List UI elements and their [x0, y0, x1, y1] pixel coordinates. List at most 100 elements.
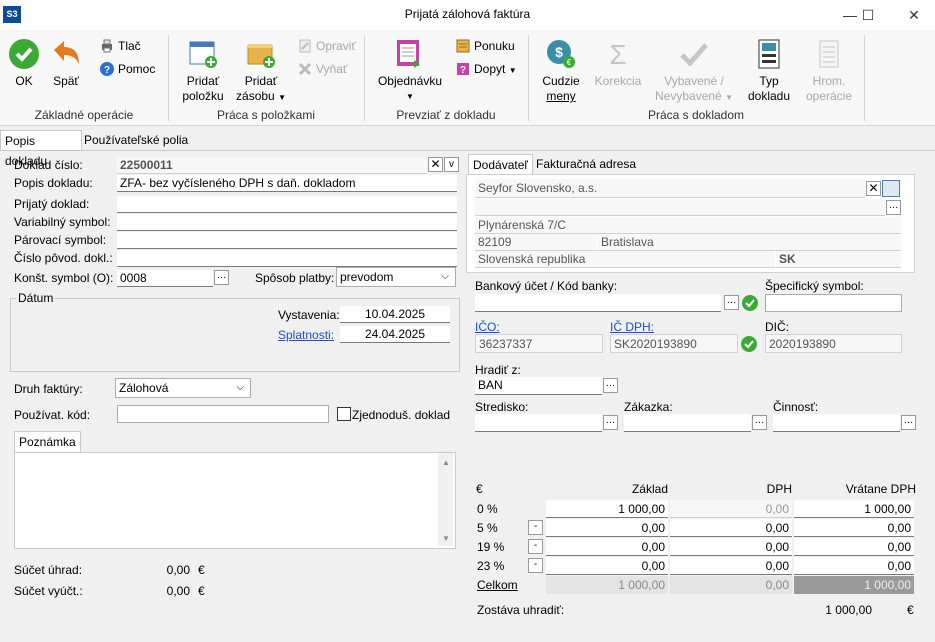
tab-user-fields[interactable]: Používateľské polia — [80, 130, 192, 150]
add-item-label-1: Pridať — [186, 74, 220, 88]
tab-invoice-address[interactable]: Fakturačná adresa — [532, 154, 640, 174]
vat-vat-field[interactable]: 0,00 — [670, 557, 792, 575]
supplier-street-field[interactable]: Plynárenská 7/C — [475, 217, 901, 234]
simplified-doc-label: Zjednoduš. doklad — [352, 408, 451, 422]
pay-from-field[interactable]: BAN — [475, 377, 602, 395]
due-date-field[interactable]: 24.04.2025 — [340, 326, 450, 343]
browse-icon[interactable]: … — [214, 270, 229, 285]
minus-icon[interactable]: - — [528, 520, 543, 535]
chevron-down-icon: ▼ — [725, 93, 733, 102]
sigma-icon: Σ — [609, 39, 626, 70]
browse-icon[interactable]: … — [603, 415, 618, 430]
supplier-city-field[interactable]: Bratislava — [598, 234, 901, 251]
back-button[interactable]: Späť — [48, 38, 84, 89]
center-field[interactable] — [475, 414, 602, 432]
order-label: Zákazka: — [624, 400, 673, 414]
supplier-name-2-field[interactable] — [475, 199, 885, 216]
simplified-doc-checkbox[interactable] — [337, 407, 351, 421]
browse-icon[interactable]: … — [901, 415, 916, 430]
payments-sum-label: Súčet úhrad: — [14, 563, 83, 577]
edit-button[interactable]: Opraviť — [298, 37, 356, 55]
specific-symbol-field[interactable] — [765, 294, 902, 312]
tab-note[interactable]: Poznámka — [14, 431, 81, 452]
add-stock-button[interactable]: Pridať zásobu ▼ — [234, 38, 288, 105]
vat-total-field[interactable]: 0,00 — [794, 519, 914, 537]
constant-symbol-field[interactable]: 0008 — [117, 270, 213, 287]
doc-type-button[interactable]: Typ dokladu — [746, 38, 792, 104]
tab-supplier[interactable]: Dodávateľ — [468, 154, 533, 175]
vat-vat-field[interactable]: 0,00 — [670, 500, 792, 518]
minus-icon[interactable]: - — [528, 558, 543, 573]
add-item-button[interactable]: Pridať položku — [178, 38, 228, 104]
clear-icon[interactable]: ✕ — [428, 157, 443, 172]
help-button[interactable]: ? Pomoc — [100, 60, 155, 78]
vat-base-field[interactable]: 0,00 — [546, 519, 668, 537]
browse-icon[interactable]: … — [752, 415, 767, 430]
vat-total-field[interactable]: 1 000,00 — [794, 500, 914, 518]
ico-field[interactable]: 36237337 — [475, 334, 603, 353]
currency-button[interactable]: $ € Cudzie meny — [538, 38, 584, 104]
supplier-country-code-field[interactable]: SK — [776, 251, 901, 268]
user-code-field[interactable] — [117, 405, 329, 423]
correction-button[interactable]: Σ Korekcia — [590, 38, 646, 89]
invoice-type-select[interactable]: Zálohová ⌵ — [115, 378, 251, 398]
scroll-down-icon[interactable]: ▼ — [442, 534, 450, 543]
supplier-zip-field[interactable]: 82109 — [475, 234, 597, 251]
payment-method-label: Spôsob platby: — [255, 271, 335, 285]
currency-symbol: € — [198, 563, 205, 577]
browse-icon[interactable]: … — [603, 378, 618, 393]
doc-number-field[interactable]: 22500011 — [117, 157, 427, 174]
take-order-button[interactable]: Objednávku ▼ — [374, 38, 446, 104]
issue-date-field[interactable]: 10.04.2025 — [340, 306, 450, 323]
ico-label[interactable]: IČO: — [475, 320, 500, 334]
icdph-field[interactable]: SK2020193890 — [610, 334, 738, 353]
vat-base-field[interactable]: 1 000,00 — [546, 500, 668, 518]
bulk-operations-button[interactable]: Hrom. operácie — [800, 38, 858, 104]
clear-icon[interactable]: ✕ — [866, 181, 881, 196]
address-book-icon[interactable] — [882, 180, 900, 197]
received-doc-field[interactable] — [117, 196, 457, 213]
settled-button[interactable]: Vybavené / Nevybavené ▼ — [652, 38, 736, 105]
print-button[interactable]: Tlač — [100, 37, 141, 55]
chevron-down-icon[interactable]: v — [444, 157, 459, 172]
supplier-name-field[interactable]: Seyfor Slovensko, a.s. — [475, 179, 865, 198]
original-doc-field[interactable] — [117, 250, 457, 267]
dic-field[interactable]: 2020193890 — [765, 334, 902, 353]
icdph-label[interactable]: IČ DPH: — [610, 320, 654, 334]
correction-label: Korekcia — [594, 74, 642, 88]
vat-total-field[interactable]: 0,00 — [794, 557, 914, 575]
note-textarea[interactable] — [14, 452, 456, 549]
add-stock-label-1: Pridať — [244, 74, 278, 88]
cut-button[interactable]: Vyňať — [298, 60, 347, 78]
take-offer-button[interactable]: Ponuku — [456, 37, 515, 55]
scroll-up-icon[interactable]: ▲ — [442, 458, 450, 467]
vat-total-field[interactable]: 0,00 — [794, 538, 914, 556]
minus-icon[interactable]: - — [528, 539, 543, 554]
doc-number-label: Doklad číslo: — [14, 158, 83, 172]
cut-label: Vyňať — [316, 62, 348, 76]
order-field[interactable] — [624, 414, 751, 432]
variable-symbol-field[interactable] — [117, 214, 457, 231]
payment-method-select[interactable]: prevodom ⌵ — [336, 267, 456, 287]
edit-icon — [299, 39, 311, 53]
due-date-label[interactable]: Splatnosti: — [278, 328, 334, 342]
browse-icon[interactable]: … — [724, 295, 739, 310]
description-field[interactable]: ZFA- bez vyčísleného DPH s daň. dokladom — [117, 175, 457, 192]
supplier-country-field[interactable]: Slovenská republika — [475, 251, 775, 268]
vat-vat-field[interactable]: 0,00 — [670, 538, 792, 556]
currency-icon: $€ — [547, 40, 575, 68]
close-button[interactable]: ✕ — [894, 3, 934, 27]
bank-account-field[interactable] — [475, 294, 721, 312]
browse-icon[interactable]: … — [886, 200, 901, 215]
vat-base-field[interactable]: 0,00 — [546, 557, 668, 575]
pairing-symbol-field[interactable] — [117, 232, 457, 249]
tab-doc-description[interactable]: Popis dokladu — [0, 130, 82, 168]
svg-text:?: ? — [460, 65, 466, 76]
vat-base-field[interactable]: 0,00 — [546, 538, 668, 556]
ok-button[interactable]: OK — [6, 38, 42, 89]
activity-field[interactable] — [773, 414, 900, 432]
pay-from-label: Hradiť z: — [475, 363, 521, 377]
vat-vat-field[interactable]: 0,00 — [670, 519, 792, 537]
maximize-button[interactable]: ☐ — [848, 3, 888, 27]
take-inquiry-button[interactable]: ? Dopyt ▼ — [456, 60, 517, 78]
